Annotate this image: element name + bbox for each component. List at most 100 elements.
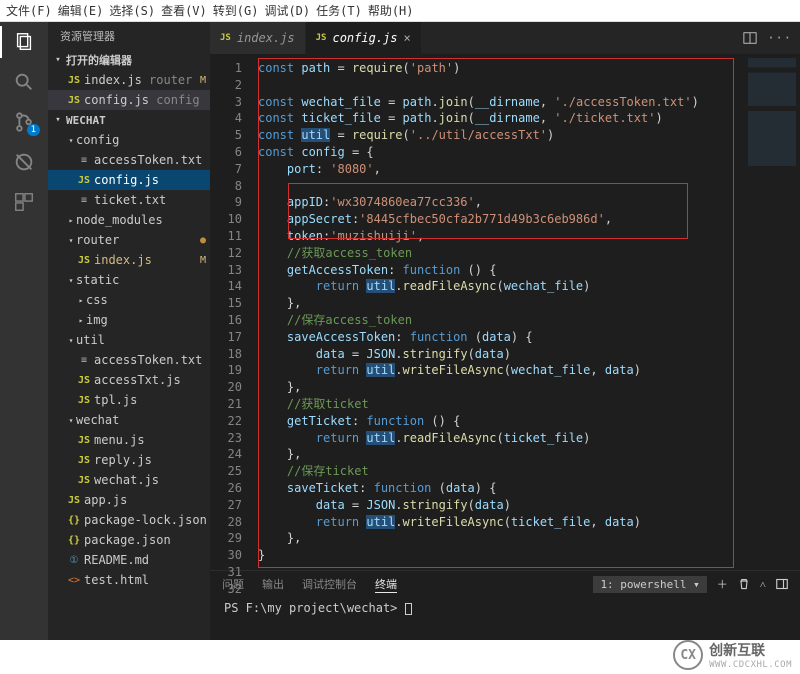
tree-item[interactable]: ▾static [48, 270, 210, 290]
activity-bar: 1 [0, 22, 48, 640]
extensions-icon[interactable] [12, 190, 36, 214]
file-label: test.html [84, 573, 210, 587]
file-label: wechat [76, 413, 210, 427]
js-icon: JS [66, 495, 82, 506]
modified-indicator: M [196, 75, 210, 86]
tree-item[interactable]: JSwechat.js [48, 470, 210, 490]
menu-debug[interactable]: 调试(D) [264, 2, 310, 19]
js-icon: JS [76, 395, 92, 406]
tab-label: index.js [237, 31, 295, 45]
debug-icon[interactable] [12, 150, 36, 174]
md-icon: ① [66, 555, 82, 566]
js-icon: JS [76, 475, 92, 486]
menu-file[interactable]: 文件(F) [6, 2, 52, 19]
open-editor-item[interactable]: JSconfig.js config [48, 90, 210, 110]
tree-item[interactable]: JSapp.js [48, 490, 210, 510]
tab-index-js[interactable]: JS index.js [210, 22, 305, 54]
file-label: accessToken.txt [94, 153, 210, 167]
menu-tasks[interactable]: 任务(T) [316, 2, 362, 19]
kill-terminal-icon[interactable] [738, 578, 750, 590]
close-icon[interactable]: × [404, 31, 411, 45]
file-label: config [76, 133, 210, 147]
new-terminal-icon[interactable]: ＋ [717, 576, 728, 592]
watermark: CX 创新互联 WWW.CDCXHL.COM [673, 640, 792, 670]
line-gutter: 1234567891011121314151617181920212223242… [210, 54, 250, 570]
search-icon[interactable] [12, 70, 36, 94]
file-label: index.js router [84, 73, 196, 87]
file-label: css [86, 293, 210, 307]
file-label: tpl.js [94, 393, 210, 407]
panel-tab-terminal[interactable]: 终端 [375, 576, 397, 593]
maximize-panel-icon[interactable]: ˄ [760, 578, 766, 591]
js-icon: JS [220, 33, 231, 43]
tree-item[interactable]: ▾wechat [48, 410, 210, 430]
minimap[interactable] [744, 54, 800, 570]
terminal-body[interactable]: PS F:\my project\wechat> [210, 597, 800, 640]
tree-item[interactable]: JSaccessTxt.js [48, 370, 210, 390]
menu-view[interactable]: 查看(V) [161, 2, 207, 19]
tree-item[interactable]: JSconfig.js [48, 170, 210, 190]
file-label: accessTxt.js [94, 373, 210, 387]
js-icon: JS [76, 435, 92, 446]
terminal-selector[interactable]: 1: powershell ▾ [593, 576, 706, 593]
tree-item[interactable]: {}package.json [48, 530, 210, 550]
tree-item[interactable]: ▾router● [48, 230, 210, 250]
tab-config-js[interactable]: JSconfig.js× [306, 22, 421, 54]
js-icon: JS [76, 455, 92, 466]
js-icon: JS [76, 175, 92, 186]
watermark-brand: 创新互联 [709, 640, 792, 660]
html-icon: <> [66, 575, 82, 586]
file-label: config.js [94, 173, 210, 187]
tree-item[interactable]: ▾config [48, 130, 210, 150]
tree-item[interactable]: {}package-lock.json [48, 510, 210, 530]
code-editor[interactable]: const path = require('path') const wecha… [250, 54, 744, 570]
watermark-logo: CX [673, 640, 703, 670]
panel-layout-icon[interactable] [776, 578, 788, 590]
panel-tab-debug[interactable]: 调试控制台 [302, 576, 357, 592]
split-editor-icon[interactable] [743, 31, 757, 45]
menu-goto[interactable]: 转到(G) [213, 2, 259, 19]
menu-edit[interactable]: 编辑(E) [58, 2, 104, 19]
menu-help[interactable]: 帮助(H) [368, 2, 414, 19]
open-editors-list: JSindex.js routerM JSconfig.js config [48, 70, 210, 110]
file-label: app.js [84, 493, 210, 507]
menu-bar[interactable]: 文件(F) 编辑(E) 选择(S) 查看(V) 转到(G) 调试(D) 任务(T… [0, 0, 800, 22]
tree-item[interactable]: JStpl.js [48, 390, 210, 410]
tree-item[interactable]: JSindex.jsM [48, 250, 210, 270]
file-label: README.md [84, 553, 210, 567]
more-icon[interactable]: ··· [767, 31, 792, 45]
panel-tab-output[interactable]: 输出 [262, 576, 284, 592]
scm-icon[interactable]: 1 [12, 110, 36, 134]
open-editors-header[interactable]: ▾打开的编辑器 [48, 50, 210, 70]
tree-item[interactable]: ①README.md [48, 550, 210, 570]
bottom-panel: 问题 输出 调试控制台 终端 1: powershell ▾ ＋ ˄ PS F:… [210, 570, 800, 640]
file-label: node_modules [76, 213, 210, 227]
menu-select[interactable]: 选择(S) [109, 2, 155, 19]
tree-item[interactable]: ≡accessToken.txt [48, 150, 210, 170]
file-label: menu.js [94, 433, 210, 447]
tree-item[interactable]: ▸node_modules [48, 210, 210, 230]
watermark-url: WWW.CDCXHL.COM [709, 660, 792, 670]
txt-icon: ≡ [76, 355, 92, 366]
tree-item[interactable]: ▸img [48, 310, 210, 330]
json-icon: {} [66, 535, 82, 546]
js-icon: JS [66, 95, 82, 106]
tree-item[interactable]: ▾util [48, 330, 210, 350]
tree-item[interactable]: JSmenu.js [48, 430, 210, 450]
tree-item[interactable]: ≡accessToken.txt [48, 350, 210, 370]
tree-item[interactable]: JSreply.js [48, 450, 210, 470]
explorer-icon[interactable] [12, 30, 36, 54]
project-header[interactable]: ▾WECHAT [48, 110, 210, 130]
file-label: util [76, 333, 210, 347]
tree-item[interactable]: ≡ticket.txt [48, 190, 210, 210]
json-icon: {} [66, 515, 82, 526]
open-editor-item[interactable]: JSindex.js routerM [48, 70, 210, 90]
js-icon: JS [76, 375, 92, 386]
tree-item[interactable]: <>test.html [48, 570, 210, 590]
tree-item[interactable]: ▸css [48, 290, 210, 310]
file-tree: ▾config≡accessToken.txtJSconfig.js≡ticke… [48, 130, 210, 640]
tab-label: config.js [332, 31, 397, 45]
file-label: accessToken.txt [94, 353, 210, 367]
file-label: config.js config [84, 93, 210, 107]
file-label: img [86, 313, 210, 327]
